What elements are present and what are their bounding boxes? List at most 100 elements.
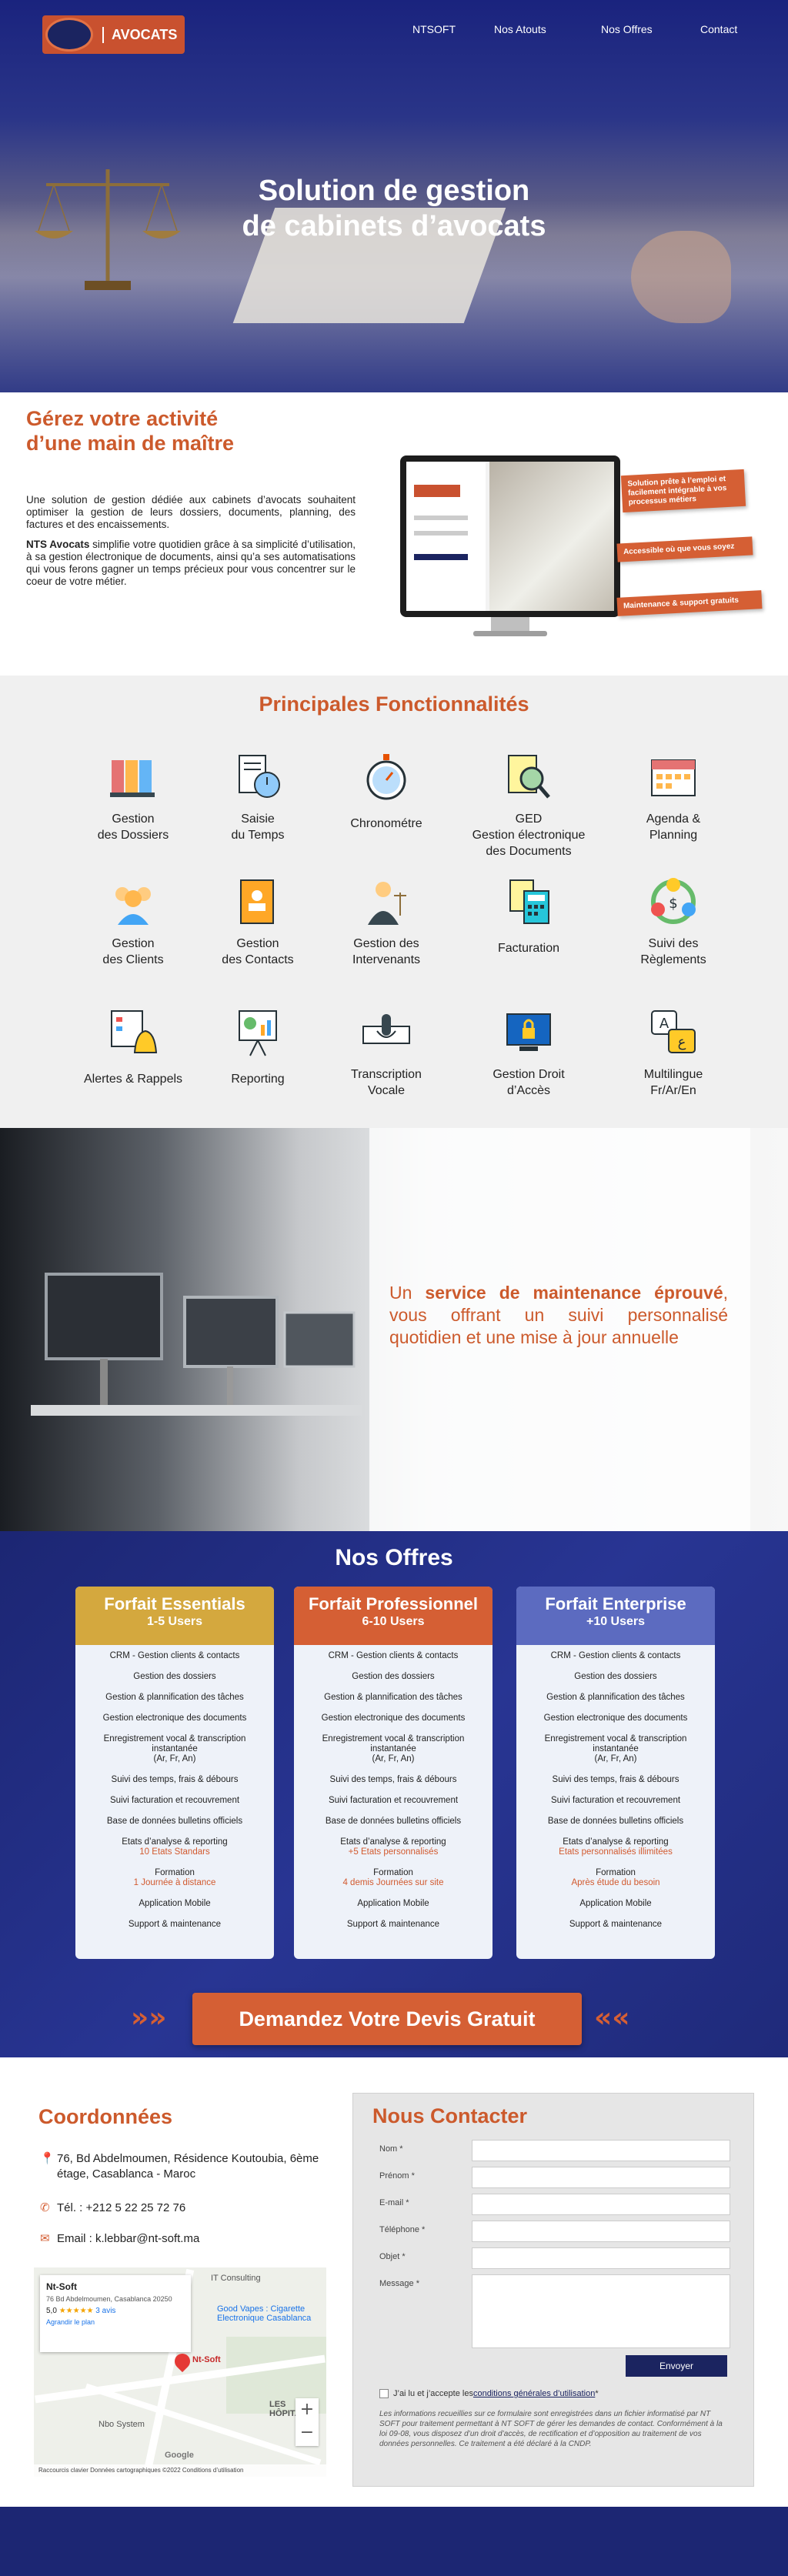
offer-feature: Suivi des temps, frais & débours: [329, 1775, 457, 1784]
contact-phone[interactable]: ✆ Tél. : +212 5 22 25 72 76: [40, 2201, 185, 2216]
intro-text: Une solution de gestion dédiée aux cabin…: [26, 494, 356, 596]
zoom-out-icon[interactable]: −: [296, 2421, 319, 2444]
hero-banner: AVOCATS NTSOFT Nos Atouts Nos Offres Con…: [0, 0, 788, 392]
prenom-input[interactable]: [472, 2167, 730, 2188]
offer-feature: Suivi des temps, frais & débours: [111, 1775, 239, 1784]
feature-label: Gestion Droit d’Accès: [492, 1068, 565, 1097]
terms-link[interactable]: conditions générales d’utilisation: [473, 2389, 595, 2398]
terms-consent[interactable]: J’ai lu et j’accepte les conditions géné…: [379, 2389, 599, 2398]
nav-item-nos-atouts[interactable]: Nos Atouts: [494, 23, 546, 35]
map-info-card: Nt-Soft 76 Bd Abdelmoumen, Casablanca 20…: [40, 2275, 191, 2352]
telephone-input[interactable]: [472, 2221, 730, 2242]
feature-label: Suivi des Règlements: [640, 937, 706, 966]
quote-request-button[interactable]: Demandez Votre Devis Gratuit: [192, 1993, 582, 2045]
contact-form: Nous Contacter Nom * Prénom * E-mail * T…: [352, 2093, 754, 2487]
offer-formation-detail: 1 Journée à distance: [133, 1878, 216, 1887]
offer-feature: Suivi des temps, frais & débours: [552, 1775, 679, 1784]
google-map[interactable]: Nt-Soft 76 Bd Abdelmoumen, Casablanca 20…: [34, 2267, 326, 2477]
translate-icon: Aع: [651, 1010, 696, 1053]
offer-feature: Gestion des dossiers: [133, 1672, 216, 1681]
offers-title: Nos Offres: [335, 1545, 453, 1570]
nom-input[interactable]: [472, 2140, 730, 2161]
offer-reporting-detail: +5 Etats personnalisés: [348, 1847, 439, 1857]
feature-facturation: Facturation: [456, 877, 602, 956]
offer-feature: Gestion & plannification des tâches: [546, 1693, 685, 1702]
offer-feature: CRM - Gestion clients & contacts: [328, 1651, 459, 1660]
objet-input[interactable]: [472, 2247, 730, 2269]
map-enlarge-link[interactable]: Agrandir le plan: [46, 2318, 185, 2326]
field-label: Message *: [379, 2279, 419, 2288]
svg-text:A: A: [659, 1016, 669, 1032]
payments-icon: $: [651, 878, 696, 924]
feature-droit-acces: Gestion Droit d’Accès: [456, 1008, 602, 1099]
logo-mark: [45, 18, 93, 52]
message-textarea[interactable]: [472, 2274, 730, 2348]
offer-feature: Suivi facturation et recouvrement: [550, 1796, 681, 1805]
map-zoom-control[interactable]: + −: [296, 2398, 319, 2446]
email-text: Email : k.lebbar@nt-soft.ma: [57, 2232, 200, 2245]
hero-title-line1: Solution de gestion: [258, 175, 530, 207]
field-row-objet: Objet *: [379, 2247, 733, 2269]
brand-logo[interactable]: AVOCATS: [42, 15, 185, 54]
email-input[interactable]: [472, 2194, 730, 2215]
privacy-notice: Les informations recueillies sur ce form…: [379, 2410, 723, 2448]
chevrons-left-icon: ««: [594, 2002, 630, 2034]
maintenance-text: Un service de maintenance éprouvé, vous …: [389, 1283, 729, 1347]
brand-name: AVOCATS: [102, 26, 177, 43]
feature-reporting: Reporting: [185, 1008, 331, 1087]
offer-feature: Gestion & plannification des tâches: [324, 1693, 462, 1702]
offer-name: Forfait Essentials: [104, 1594, 245, 1613]
offer-card-header: Forfait Essentials 1-5 Users: [75, 1587, 274, 1645]
page: AVOCATS NTSOFT Nos Atouts Nos Offres Con…: [0, 0, 788, 2576]
map-reviews-link[interactable]: 3 avis: [95, 2307, 115, 2315]
features-title: Principales Fonctionnalités: [259, 692, 529, 716]
feature-label: Facturation: [497, 942, 560, 955]
map-footer: Raccourcis clavier Données cartographiqu…: [34, 2464, 326, 2477]
zoom-in-icon[interactable]: +: [296, 2398, 319, 2421]
feature-gestion-contacts: Gestion des Contacts: [185, 877, 331, 968]
field-label: Nom *: [379, 2144, 403, 2154]
offer-feature: Etats d’analyse & reporting 10 Etats Stan…: [83, 1837, 266, 1857]
feature-ged: GED Gestion électronique des Documents: [456, 752, 602, 859]
nav-item-ntsoft[interactable]: NTSOFT: [412, 23, 456, 35]
intro-title-line2: d’une main de maîtrе: [26, 432, 235, 455]
offer-feature: Application Mobile: [579, 1899, 652, 1908]
map-label: IT Consulting: [211, 2274, 261, 2283]
feature-label: Gestion des Contacts: [222, 937, 294, 966]
screen-logo: [414, 485, 460, 497]
map-place-name: Nt-Soft: [46, 2281, 77, 2292]
map-label: Nbo System: [98, 2420, 145, 2429]
offer-feature: Base de données bulletins officiels: [547, 1817, 684, 1826]
location-pin-icon: 📍: [40, 2152, 55, 2165]
nav-item-contact[interactable]: Contact: [700, 23, 737, 35]
offer-feature: Etats d’analyse & reporting Etats personn…: [524, 1837, 707, 1857]
monitor-illustration: [400, 455, 620, 636]
feature-label: Agenda & Planning: [646, 813, 701, 842]
offer-feature: Support & maintenance: [569, 1920, 663, 1929]
svg-text:$: $: [669, 896, 677, 912]
monitor-base: [473, 631, 547, 636]
map-label: Nt-Soft: [192, 2355, 221, 2364]
offers-section: Nos Offres Forfait Essentials 1-5 Users CR…: [0, 1531, 788, 2057]
offer-feature: Application Mobile: [139, 1899, 211, 1908]
nav-item-nos-offres[interactable]: Nos Offres: [601, 23, 653, 35]
document-search-icon: [508, 755, 550, 799]
feature-label: GED Gestion électronique des Documents: [472, 813, 586, 858]
offer-feature: Base de données bulletins officiels: [106, 1817, 243, 1826]
offer-formation-detail: Après étude du besoin: [571, 1878, 660, 1887]
phone-icon: ✆: [40, 2201, 50, 2214]
send-button[interactable]: Envoyer: [626, 2355, 727, 2377]
field-row-nom: Nom *: [379, 2140, 733, 2161]
offer-users: 6-10 Users: [362, 1615, 425, 1628]
map-rating: 5,0 ★★★★★ 3 avis: [46, 2307, 116, 2315]
contact-email[interactable]: ✉ Email : k.lebbar@nt-soft.ma: [40, 2231, 199, 2247]
terms-checkbox[interactable]: [379, 2389, 389, 2398]
hero-hand: [631, 231, 731, 323]
field-row-message: Message *: [379, 2274, 733, 2348]
offer-feature: Formation 4 demis Journées sur site: [302, 1868, 485, 1888]
monitor-stand: [491, 617, 529, 632]
offer-feature: Enregistrement vocal & transcription ins…: [103, 1734, 246, 1763]
field-row-telephone: Téléphone *: [379, 2221, 733, 2242]
intro-paragraph-1: Une solution de gestion dédiée aux cabin…: [26, 494, 356, 530]
address-text: 76, Bd Abdelmoumen, Résidence Koutoubia,…: [57, 2152, 319, 2181]
